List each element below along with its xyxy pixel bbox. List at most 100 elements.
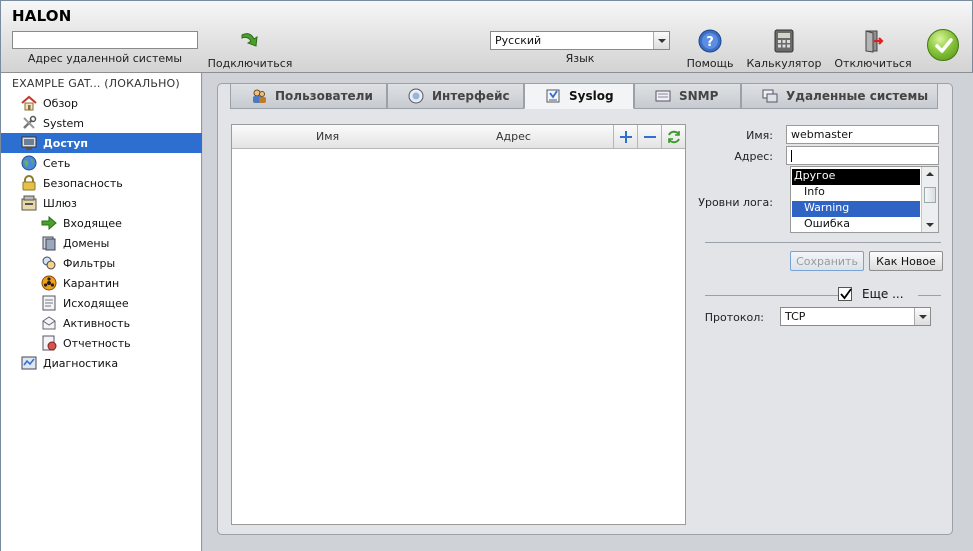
sidebar-item-label: System bbox=[43, 117, 85, 130]
main-area: Пользователи Интерфейс Syslog SNMP Удале… bbox=[203, 73, 973, 551]
sidebar-item-domains[interactable]: Домены bbox=[1, 233, 202, 253]
address-field[interactable] bbox=[786, 146, 939, 165]
more-checkbox[interactable] bbox=[838, 287, 852, 301]
tab-snmp[interactable]: SNMP bbox=[634, 84, 741, 109]
name-field[interactable]: webmaster bbox=[786, 125, 939, 144]
sidebar-item-gateway[interactable]: Шлюз bbox=[1, 193, 202, 213]
chevron-down-icon[interactable] bbox=[914, 308, 930, 325]
tools-icon bbox=[23, 115, 37, 129]
tab-remote-systems[interactable]: Удаленные системы bbox=[741, 84, 938, 109]
sidebar-item-access[interactable]: Доступ bbox=[1, 133, 202, 153]
checkmark-icon bbox=[840, 288, 852, 300]
sidebar-item-filters[interactable]: Фильтры bbox=[1, 253, 202, 273]
save-as-new-button[interactable]: Как Новое bbox=[869, 251, 943, 271]
sidebar-title: EXAMPLE GAT... (ЛОКАЛЬНО) bbox=[12, 77, 180, 90]
syslog-server-table[interactable]: Имя Адрес bbox=[231, 124, 686, 525]
disconnect-button[interactable]: Отключиться bbox=[833, 29, 913, 70]
text-caret bbox=[791, 150, 792, 162]
domains-icon bbox=[42, 236, 56, 251]
scroll-up-icon[interactable] bbox=[922, 167, 938, 181]
calculator-button[interactable]: Калькулятор bbox=[746, 29, 822, 70]
more-label: Еще ... bbox=[862, 287, 904, 301]
tab-label: Интерфейс bbox=[432, 89, 510, 103]
biohazard-icon bbox=[41, 275, 57, 291]
save-button[interactable]: Сохранить bbox=[790, 251, 864, 271]
connect-label: Подключиться bbox=[207, 57, 293, 70]
remote-address-input[interactable] bbox=[12, 31, 198, 49]
divider bbox=[705, 242, 941, 243]
sidebar-item-label: Домены bbox=[63, 237, 110, 250]
app-logo: HALON bbox=[12, 7, 72, 25]
sidebar-item-network[interactable]: Сеть bbox=[1, 153, 202, 173]
arrow-right-icon bbox=[41, 215, 57, 231]
minus-icon bbox=[644, 136, 656, 138]
sidebar-item-label: Шлюз bbox=[43, 197, 77, 210]
column-header-address[interactable]: Адрес bbox=[496, 130, 531, 143]
language-select[interactable]: Русский bbox=[490, 31, 670, 50]
home-icon bbox=[21, 95, 37, 111]
sidebar-item-label: Входящее bbox=[63, 217, 122, 230]
more-toggle[interactable]: Еще ... bbox=[838, 287, 918, 303]
log-levels-scrollbar[interactable] bbox=[921, 167, 938, 232]
address-label: Адрес: bbox=[734, 150, 773, 163]
sidebar-item-security[interactable]: Безопасность bbox=[1, 173, 202, 193]
filter-icon bbox=[42, 256, 56, 270]
refresh-button[interactable] bbox=[661, 125, 685, 149]
exit-door-icon bbox=[865, 30, 884, 53]
sidebar-item-inbound[interactable]: Входящее bbox=[1, 213, 202, 233]
syslog-panel: Пользователи Интерфейс Syslog SNMP Удале… bbox=[217, 83, 953, 535]
refresh-icon bbox=[668, 130, 680, 144]
lock-icon bbox=[22, 175, 36, 191]
sidebar-item-diagnostics[interactable]: Диагностика bbox=[1, 353, 202, 373]
plus-icon bbox=[620, 131, 632, 143]
outbox-icon bbox=[42, 295, 56, 311]
tab-interface[interactable]: Интерфейс bbox=[387, 84, 524, 109]
scroll-down-icon[interactable] bbox=[922, 218, 938, 232]
disconnect-label: Отключиться bbox=[834, 57, 912, 70]
tab-bar: Пользователи Интерфейс Syslog SNMP Удале… bbox=[230, 84, 952, 110]
log-level-option[interactable]: Ошибка bbox=[792, 217, 920, 233]
monitor-icon bbox=[21, 136, 37, 150]
tab-syslog[interactable]: Syslog bbox=[524, 84, 634, 109]
help-button[interactable]: ? Помощь bbox=[685, 29, 735, 70]
sidebar-item-outbound[interactable]: Исходящее bbox=[1, 293, 202, 313]
sidebar-item-label: Доступ bbox=[43, 137, 89, 150]
tab-label: SNMP bbox=[679, 89, 719, 103]
chevron-down-icon[interactable] bbox=[653, 32, 669, 49]
remove-button[interactable] bbox=[637, 125, 661, 149]
sidebar-item-label: Активность bbox=[63, 317, 131, 330]
sidebar-item-label: Отчетность bbox=[63, 337, 131, 350]
scroll-thumb[interactable] bbox=[924, 187, 936, 203]
tab-label: Удаленные системы bbox=[786, 89, 929, 103]
language-value: Русский bbox=[495, 34, 542, 47]
help-icon: ? bbox=[698, 29, 722, 53]
name-label: Имя: bbox=[746, 129, 773, 142]
syslog-icon bbox=[546, 89, 560, 103]
remote-systems-icon bbox=[762, 89, 778, 103]
tab-label: Syslog bbox=[569, 89, 614, 103]
protocol-select[interactable]: TCP bbox=[780, 307, 931, 326]
log-level-option[interactable]: Info bbox=[792, 185, 920, 201]
sidebar-item-label: Карантин bbox=[63, 277, 120, 290]
users-icon bbox=[253, 89, 266, 103]
report-icon bbox=[42, 335, 57, 351]
sidebar-item-system[interactable]: System bbox=[1, 113, 202, 133]
calculator-icon bbox=[774, 29, 794, 53]
calculator-label: Калькулятор bbox=[746, 57, 822, 70]
sidebar-item-activity[interactable]: Активность bbox=[1, 313, 202, 333]
sidebar-item-reporting[interactable]: Отчетность bbox=[1, 333, 202, 353]
column-header-name[interactable]: Имя bbox=[316, 130, 339, 143]
log-levels-list[interactable]: Другое Info Warning Ошибка bbox=[790, 166, 939, 233]
connect-arrow-icon bbox=[241, 33, 258, 47]
log-level-option-selected[interactable]: Warning bbox=[792, 201, 920, 217]
tab-label: Пользователи bbox=[275, 89, 373, 103]
sidebar-item-label: Обзор bbox=[43, 97, 79, 110]
add-button[interactable] bbox=[613, 125, 637, 149]
log-level-group-header: Другое bbox=[792, 169, 920, 185]
sidebar-item-overview[interactable]: Обзор bbox=[1, 93, 202, 113]
sidebar-item-quarantine[interactable]: Карантин bbox=[1, 273, 202, 293]
connect-button[interactable]: Подключиться bbox=[207, 29, 293, 70]
sidebar-item-label: Фильтры bbox=[63, 257, 116, 270]
tab-users[interactable]: Пользователи bbox=[230, 84, 387, 109]
protocol-label: Протокол: bbox=[704, 311, 764, 324]
